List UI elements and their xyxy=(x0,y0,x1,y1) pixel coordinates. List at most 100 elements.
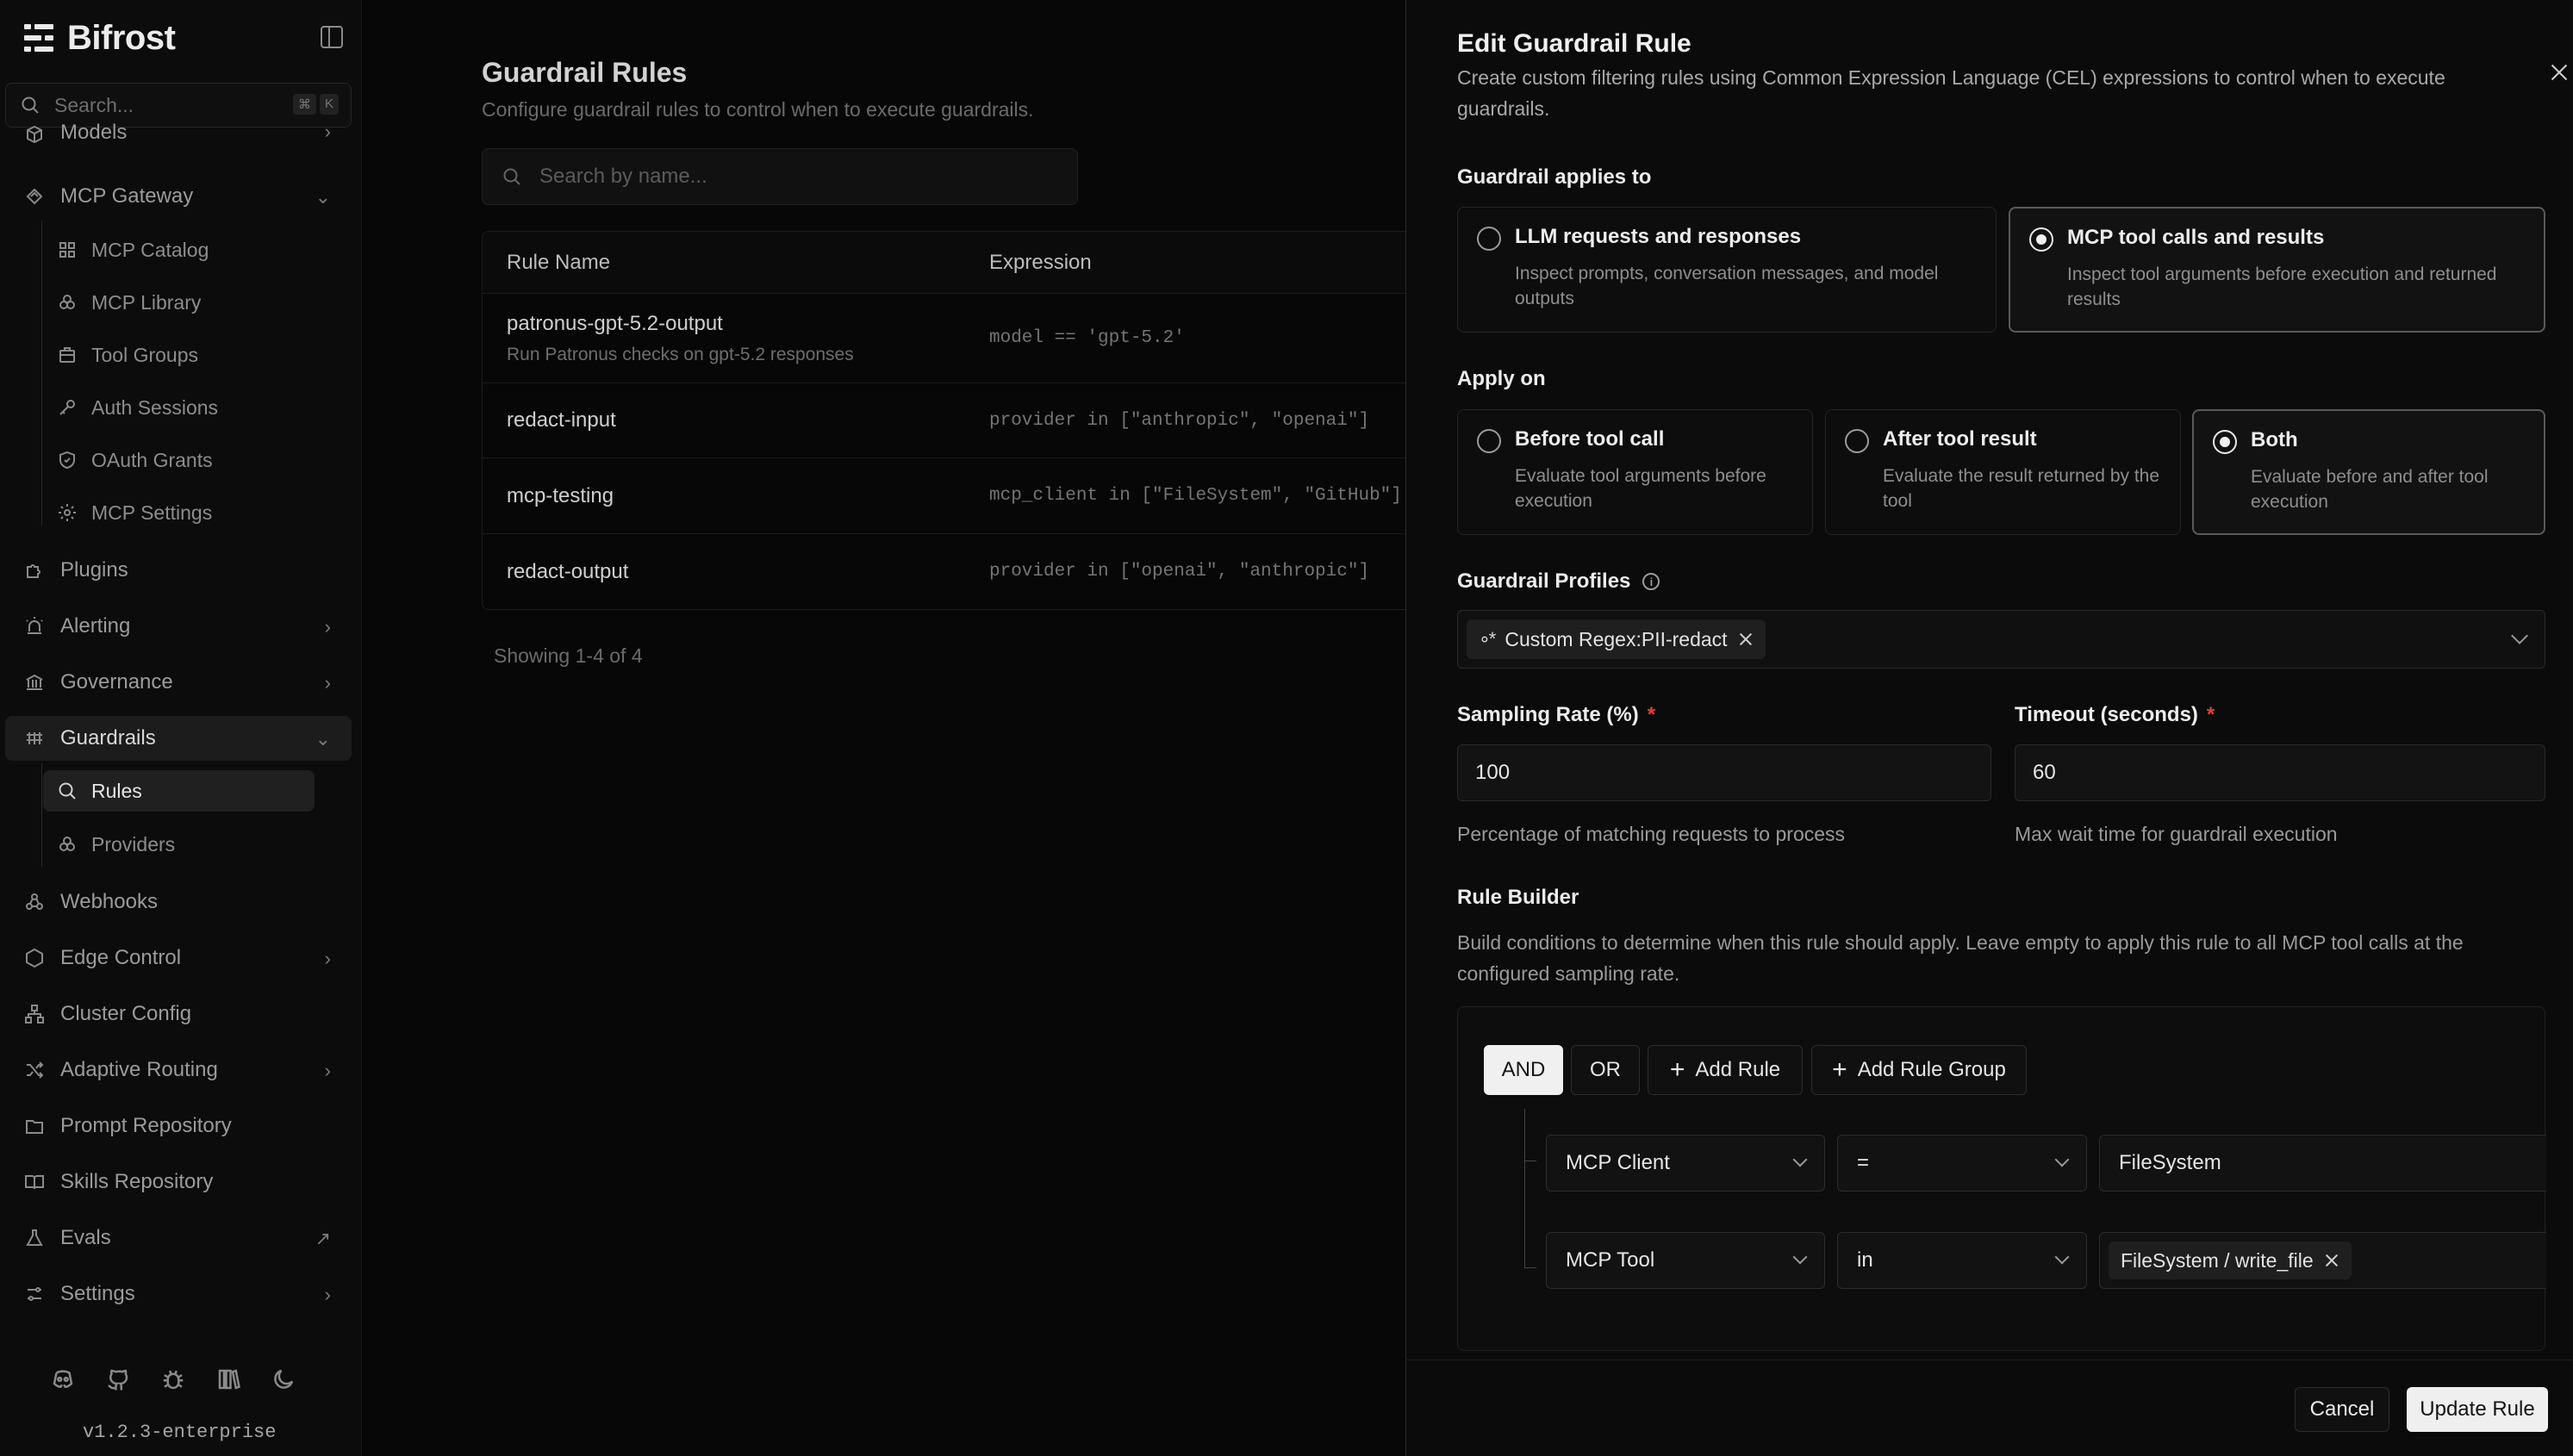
field-select[interactable]: MCP Client xyxy=(1546,1135,1825,1192)
book-open-icon xyxy=(24,1172,45,1192)
profiles-label-text: Guardrail Profiles xyxy=(1457,569,1631,593)
add-rule-group-label: Add Rule Group xyxy=(1857,1058,2006,1081)
timeout-label: Timeout (seconds) * xyxy=(2015,703,2215,727)
update-rule-button[interactable]: Update Rule xyxy=(2407,1387,2548,1432)
apply-after-option[interactable]: After tool result Evaluate the result re… xyxy=(1825,409,2181,535)
sidebar-item-cluster-config[interactable]: Cluster Config xyxy=(5,992,352,1036)
discord-icon[interactable] xyxy=(50,1366,76,1392)
pagination-status: Showing 1-4 of 4 xyxy=(494,644,643,667)
docs-icon[interactable] xyxy=(215,1366,241,1392)
sidebar-item-label: Tool Groups xyxy=(91,343,199,366)
app-name: Bifrost xyxy=(67,18,176,57)
radio-button[interactable] xyxy=(1477,429,1501,453)
sidebar-item-label: Plugins xyxy=(60,558,128,582)
sidebar-item-governance[interactable]: Governance › xyxy=(5,660,352,705)
external-link-icon: ↗ xyxy=(315,1228,331,1249)
sidebar-item-mcp-gateway[interactable]: MCP Gateway ⌄ xyxy=(5,174,352,219)
search-icon xyxy=(20,95,40,115)
operator-select[interactable]: in xyxy=(1837,1232,2087,1289)
sidebar-item-label: Edge Control xyxy=(60,946,182,969)
chevron-down-icon: ⌄ xyxy=(315,186,331,208)
apply-on-label: Apply on xyxy=(1457,367,1546,390)
github-icon[interactable] xyxy=(105,1366,131,1392)
close-icon[interactable] xyxy=(2549,62,2570,83)
add-rule-group-button[interactable]: + Add Rule Group xyxy=(1811,1045,2027,1095)
bug-icon[interactable] xyxy=(160,1366,186,1392)
sidebar-item-rules[interactable]: Rules xyxy=(43,770,315,812)
chevron-right-icon: › xyxy=(324,1284,331,1305)
profile-chip: ∘* Custom Regex:PII-redact xyxy=(1467,619,1766,659)
operator-select-value: = xyxy=(1857,1151,1870,1174)
info-icon[interactable]: i xyxy=(1642,573,1660,590)
sidebar-item-alerting[interactable]: Alerting › xyxy=(5,604,352,649)
sidebar-item-auth-sessions[interactable]: Auth Sessions xyxy=(43,387,315,428)
apply-both-option[interactable]: Both Evaluate before and after tool exec… xyxy=(2192,409,2545,535)
table-row[interactable]: redact-output provider in ["openai", "an… xyxy=(483,534,1430,609)
sidebar-item-label: OAuth Grants xyxy=(91,448,213,471)
sidebar-item-providers[interactable]: Providers xyxy=(43,824,315,865)
applies-mcp-option[interactable]: MCP tool calls and results Inspect tool … xyxy=(2009,207,2545,333)
sidebar-item-models[interactable]: Models › xyxy=(5,121,352,146)
page-title: Guardrail Rules xyxy=(482,57,688,88)
sidebar-item-mcp-catalog[interactable]: MCP Catalog xyxy=(43,229,315,271)
radio-button-selected[interactable] xyxy=(2213,430,2237,454)
apply-before-option[interactable]: Before tool call Evaluate tool arguments… xyxy=(1457,409,1813,535)
sidebar-item-label: Cluster Config xyxy=(60,1002,192,1025)
sidebar-item-settings[interactable]: Settings › xyxy=(5,1272,352,1316)
collapse-sidebar-icon[interactable] xyxy=(321,26,343,48)
remove-chip-icon[interactable] xyxy=(2324,1253,2339,1268)
table-row[interactable]: redact-input provider in ["anthropic", "… xyxy=(483,383,1430,458)
add-rule-button[interactable]: + Add Rule xyxy=(1648,1045,1803,1095)
profiles-multiselect[interactable]: ∘* Custom Regex:PII-redact xyxy=(1457,610,2545,669)
tree-line xyxy=(41,763,42,867)
plus-icon: + xyxy=(1669,1055,1685,1084)
sidebar-item-tool-groups[interactable]: Tool Groups xyxy=(43,334,315,376)
sampling-label-text: Sampling Rate (%) xyxy=(1457,703,1639,726)
sidebar-item-edge-control[interactable]: Edge Control › xyxy=(5,936,352,980)
sampling-rate-input[interactable]: 100 xyxy=(1457,744,1991,801)
sidebar-item-evals[interactable]: Evals ↗ xyxy=(5,1216,352,1260)
applies-to-label: Guardrail applies to xyxy=(1457,165,1652,189)
value-input[interactable]: FileSystem xyxy=(2099,1135,2546,1192)
chevron-right-icon: › xyxy=(324,121,331,142)
value-multiselect[interactable]: FileSystem / write_file xyxy=(2099,1232,2546,1289)
sidebar-item-plugins[interactable]: Plugins xyxy=(5,548,352,593)
applies-llm-option[interactable]: LLM requests and responses Inspect promp… xyxy=(1457,207,1997,333)
radio-button-selected[interactable] xyxy=(2029,227,2053,252)
table-row[interactable]: mcp-testing mcp_client in ["FileSystem",… xyxy=(483,458,1430,534)
column-expression: Expression xyxy=(989,250,1092,274)
sidebar-item-adaptive-routing[interactable]: Adaptive Routing › xyxy=(5,1048,352,1092)
main-content: Guardrail Rules Configure guardrail rule… xyxy=(363,0,1430,1456)
field-select-value: MCP Client xyxy=(1566,1151,1670,1174)
sidebar-item-mcp-library[interactable]: MCP Library xyxy=(43,282,315,323)
cancel-button[interactable]: Cancel xyxy=(2295,1387,2389,1432)
sidebar-item-oauth-grants[interactable]: OAuth Grants xyxy=(43,439,315,481)
rules-search-input[interactable]: Search by name... xyxy=(482,148,1078,205)
folder-icon xyxy=(24,1116,45,1136)
radio-button[interactable] xyxy=(1845,429,1869,453)
brand[interactable]: Bifrost xyxy=(24,17,176,59)
sidebar-item-webhooks[interactable]: Webhooks xyxy=(5,880,352,924)
and-toggle-button[interactable]: AND xyxy=(1484,1045,1563,1095)
sidebar-item-guardrails[interactable]: Guardrails ⌄ xyxy=(5,716,352,761)
or-toggle-button[interactable]: OR xyxy=(1571,1045,1640,1095)
option-title: MCP tool calls and results xyxy=(2067,226,2325,249)
sidebar-item-label: Skills Repository xyxy=(60,1170,214,1193)
models-icon xyxy=(24,124,45,145)
field-select[interactable]: MCP Tool xyxy=(1546,1232,1825,1289)
sidebar-item-skills-repository[interactable]: Skills Repository xyxy=(5,1160,352,1204)
timeout-input[interactable]: 60 xyxy=(2015,744,2545,801)
radio-button[interactable] xyxy=(1477,227,1501,251)
remove-chip-icon[interactable] xyxy=(1738,632,1754,647)
sidebar-item-mcp-settings[interactable]: MCP Settings xyxy=(43,492,315,533)
moon-icon[interactable] xyxy=(271,1366,296,1392)
operator-select[interactable]: = xyxy=(1837,1135,2087,1192)
shortcut-k: K xyxy=(319,94,339,115)
sidebar-item-prompt-repository[interactable]: Prompt Repository xyxy=(5,1104,352,1148)
sidebar-item-label: Rules xyxy=(91,779,142,802)
chevron-down-icon xyxy=(1792,1249,1808,1265)
table-row[interactable]: patronus-gpt-5.2-output Run Patronus che… xyxy=(483,294,1430,383)
chevron-down-icon xyxy=(1792,1152,1808,1167)
rule-name: patronus-gpt-5.2-output xyxy=(507,311,723,335)
flask-icon xyxy=(24,1228,45,1248)
